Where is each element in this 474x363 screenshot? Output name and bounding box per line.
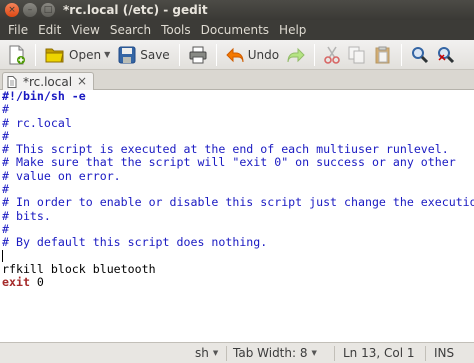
save-label: Save	[140, 47, 170, 62]
copy-button[interactable]	[344, 43, 370, 67]
code-line: rfkill block bluetooth	[2, 261, 156, 276]
open-button[interactable]: Open ▼	[41, 43, 114, 67]
new-document-icon	[9, 45, 25, 64]
menu-documents[interactable]: Documents	[196, 23, 274, 37]
find-button[interactable]	[407, 43, 433, 67]
toolbar-separator	[35, 43, 36, 66]
code-line-current	[2, 250, 474, 263]
save-icon	[118, 46, 136, 63]
code-line: #	[2, 182, 9, 197]
cursor-position-label: Ln 13, Col 1	[343, 346, 415, 360]
code-line: #	[2, 102, 9, 117]
menu-search[interactable]: Search	[105, 23, 156, 37]
redo-button[interactable]	[283, 43, 309, 67]
cut-button[interactable]	[320, 43, 344, 67]
code-line: # By default this script does nothing.	[2, 235, 268, 250]
insert-mode: INS	[434, 346, 454, 360]
title-bar: × – □ *rc.local (/etc) - gedit	[0, 0, 474, 20]
document-tab-bar: *rc.local ×	[0, 70, 474, 90]
find-replace-button[interactable]	[433, 43, 459, 67]
window-title: *rc.local (/etc) - gedit	[63, 3, 208, 17]
language-label: sh	[195, 346, 209, 360]
undo-icon	[225, 47, 244, 62]
save-button[interactable]: Save	[114, 43, 173, 67]
find-icon	[412, 46, 429, 63]
code-line: #!/bin/sh -e	[2, 89, 86, 103]
find-replace-icon	[438, 46, 455, 63]
undo-button[interactable]: Undo	[222, 43, 283, 67]
code-line: # rc.local	[2, 115, 72, 130]
close-tab-icon[interactable]: ×	[77, 74, 87, 88]
menu-edit[interactable]: Edit	[33, 23, 66, 37]
toolbar-separator	[401, 43, 403, 66]
open-dropdown-arrow-icon[interactable]: ▼	[104, 50, 110, 59]
code-line: # In order to enable or disable this scr…	[2, 195, 474, 210]
tab-width-selector[interactable]: Tab Width: 8 ▼	[233, 346, 317, 360]
tab-label: *rc.local	[23, 74, 73, 89]
toolbar-separator	[215, 43, 217, 66]
chevron-down-icon: ▼	[311, 349, 317, 357]
status-separator	[425, 346, 426, 361]
status-separator	[226, 346, 227, 361]
maximize-window-button[interactable]: □	[41, 3, 55, 17]
print-button[interactable]	[185, 43, 211, 67]
status-separator	[334, 346, 335, 361]
code-line: # Make sure that the script will "exit 0…	[2, 155, 456, 170]
maximize-icon: □	[43, 4, 53, 15]
tab-rc-local[interactable]: *rc.local ×	[2, 72, 94, 90]
toolbar: Open ▼ Save Undo	[0, 40, 474, 70]
new-document-button[interactable]	[4, 43, 30, 67]
menu-tools[interactable]: Tools	[156, 23, 196, 37]
minimize-window-button[interactable]: –	[23, 3, 37, 17]
open-label: Open	[69, 47, 102, 62]
cut-icon	[324, 46, 340, 64]
chevron-down-icon: ▼	[212, 349, 219, 357]
copy-icon	[348, 46, 365, 63]
insert-mode-label: INS	[434, 346, 455, 360]
minimize-icon: –	[27, 4, 33, 15]
keyword-exit: exit	[2, 275, 30, 290]
code-line: # This script is executed at the end of …	[2, 142, 449, 157]
status-bar: sh ▼ Tab Width: 8 ▼ Ln 13, Col 1 INS	[0, 342, 474, 363]
code-line: # value on error.	[2, 168, 121, 183]
code-line: # bits.	[2, 208, 51, 223]
open-folder-icon	[45, 48, 64, 62]
print-icon	[189, 46, 207, 63]
toolbar-separator	[178, 43, 180, 66]
text-cursor	[2, 250, 3, 263]
text-editor[interactable]: #!/bin/sh -e # # rc.local # # This scrip…	[0, 89, 474, 342]
cursor-position: Ln 13, Col 1	[343, 346, 415, 360]
code-line: #	[2, 128, 9, 143]
undo-label: Undo	[247, 47, 280, 62]
code-line: #	[2, 221, 9, 236]
document-icon	[7, 75, 17, 88]
exit-code: 0	[36, 275, 44, 290]
menu-help[interactable]: Help	[274, 23, 311, 37]
menu-view[interactable]: View	[66, 23, 104, 37]
paste-icon	[375, 46, 390, 63]
close-icon: ×	[8, 4, 16, 15]
tab-width-label: Tab Width: 8	[233, 346, 308, 360]
toolbar-separator	[314, 43, 316, 66]
menu-bar: File Edit View Search Tools Documents He…	[0, 20, 474, 40]
redo-icon	[287, 47, 305, 62]
paste-button[interactable]	[370, 43, 396, 67]
menu-file[interactable]: File	[3, 23, 33, 37]
close-window-button[interactable]: ×	[5, 3, 19, 17]
language-selector[interactable]: sh ▼	[195, 346, 218, 360]
code-line: exit 0	[2, 276, 474, 289]
